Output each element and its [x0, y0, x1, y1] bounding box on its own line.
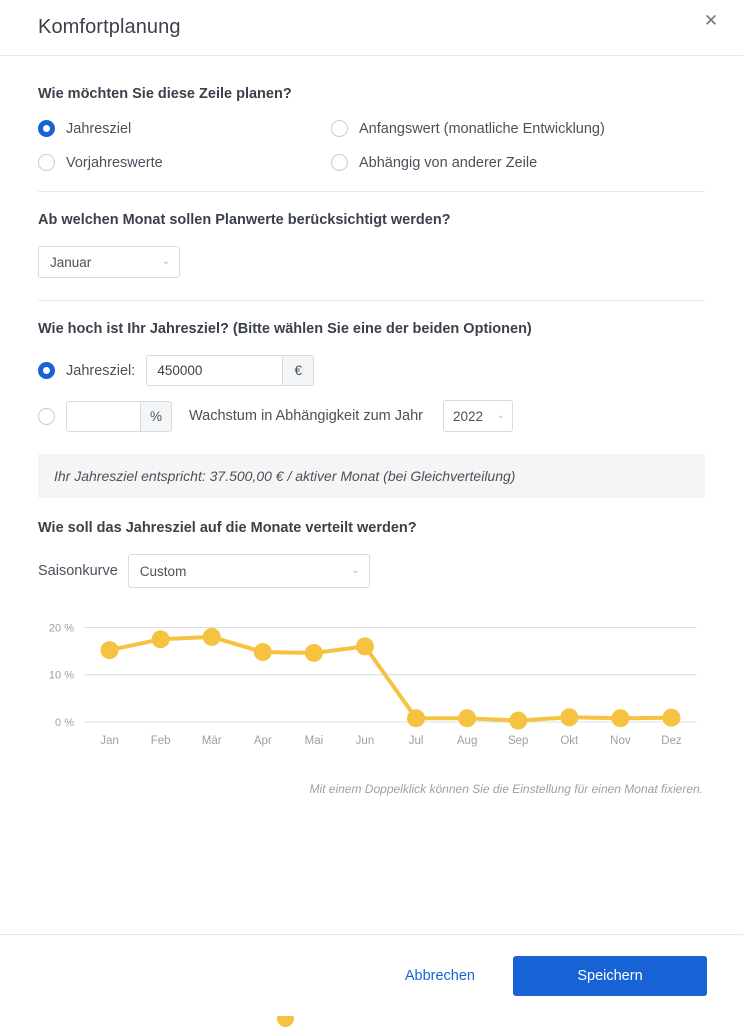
chart-data-point[interactable]	[662, 708, 681, 727]
goal-absolute-input-group: €	[146, 355, 315, 386]
radio-label: Jahresziel	[66, 120, 132, 137]
chart-x-tick-label: Sep	[508, 735, 528, 747]
radio-indicator[interactable]	[331, 154, 348, 171]
start-month-question: Ab welchen Monat sollen Planwerte berück…	[38, 212, 451, 228]
chart-x-tick-label: Nov	[610, 735, 631, 747]
chart-data-point[interactable]	[458, 709, 477, 728]
cancel-button[interactable]: Abbrechen	[395, 960, 485, 992]
planning-mode-section: Wie möchten Sie diese Zeile planen? Jahr…	[38, 86, 705, 171]
chart-x-tick-label: Jun	[356, 735, 375, 747]
chart-y-tick-label: 20 %	[49, 622, 74, 634]
chart-x-tick-label: Dez	[661, 735, 682, 747]
radio-label: Vorjahreswerte	[66, 154, 163, 171]
chart-data-point[interactable]	[202, 627, 221, 646]
goal-section: Wie hoch ist Ihr Jahresziel? (Bitte wähl…	[38, 321, 705, 432]
chart-x-tick-label: Okt	[560, 735, 579, 747]
growth-percent-input[interactable]	[66, 400, 140, 432]
radio-indicator-growth-goal[interactable]	[38, 407, 55, 425]
chevron-down-icon: ⌄	[496, 410, 505, 421]
goal-growth-input-group: %	[66, 400, 172, 432]
radio-label: Abhängig von anderer Zeile	[359, 154, 538, 171]
currency-suffix: €	[282, 355, 315, 386]
goal-absolute-label: Jahresziel:	[66, 362, 136, 379]
chart-x-tick-label: Feb	[151, 735, 171, 747]
page-title: Komfortplanung	[38, 16, 181, 38]
planning-mode-question: Wie möchten Sie diese Zeile planen?	[38, 86, 292, 102]
radio-indicator-absolute-goal[interactable]	[38, 362, 55, 379]
goal-amount-input[interactable]	[146, 355, 283, 386]
chart-x-tick-label: Apr	[254, 735, 272, 747]
divider	[38, 300, 705, 301]
season-curve-select[interactable]: Custom ⌄	[127, 554, 370, 588]
chart-x-tick-label: Jul	[409, 735, 424, 747]
radio-indicator[interactable]	[38, 154, 55, 171]
percent-suffix: %	[140, 400, 172, 432]
modal-footer: Abbrechen Speichern	[0, 934, 743, 1016]
start-month-select[interactable]: Januar ⌄	[38, 246, 180, 278]
chart-data-point[interactable]	[355, 637, 374, 656]
chart-data-point[interactable]	[151, 630, 170, 649]
close-icon[interactable]: ✕	[699, 8, 723, 32]
info-banner: Ihr Jahresziel entspricht: 37.500,00 € /…	[38, 454, 705, 498]
growth-description: Wachstum in Abhängigkeit zum Jahr	[189, 408, 423, 424]
chart-data-point[interactable]	[100, 641, 119, 660]
chart-y-tick-label: 10 %	[49, 670, 74, 682]
chart-x-tick-label: Mai	[305, 735, 324, 747]
save-button[interactable]: Speichern	[513, 955, 707, 996]
planning-mode-radio-group: Jahresziel Anfangswert (monatliche Entwi…	[38, 120, 705, 171]
radio-option-jahresziel[interactable]: Jahresziel	[38, 120, 331, 137]
modal-header: Komfortplanung ✕	[0, 0, 743, 56]
chart-hint-text: Mit einem Doppelklick können Sie die Ein…	[309, 782, 703, 796]
goal-growth-row: % Wachstum in Abhängigkeit zum Jahr 2022…	[38, 400, 705, 432]
chart-data-point[interactable]	[304, 643, 323, 662]
radio-option-vorjahreswerte[interactable]: Vorjahreswerte	[38, 154, 331, 171]
chart-series-line	[107, 634, 674, 723]
season-curve-label: Saisonkurve	[38, 563, 118, 579]
chart-data-point[interactable]	[509, 711, 528, 730]
goal-question: Wie hoch ist Ihr Jahresziel? (Bitte wähl…	[38, 321, 532, 337]
chart-x-tick-label: Mär	[202, 735, 222, 747]
chart-x-tick-label: Aug	[457, 735, 477, 747]
chart-data-point[interactable]	[560, 708, 579, 727]
season-curve-plot[interactable]: 0 % 10 % 20 % Jan Feb Mär Apr Mai Jun Jul Aug Sep Ok…	[38, 606, 705, 756]
growth-year-select[interactable]: 2022 ⌄	[443, 400, 513, 432]
chart-y-tick-label: 0 %	[55, 717, 74, 729]
chevron-down-icon: ⌄	[161, 256, 170, 267]
chart-data-point[interactable]	[253, 643, 272, 662]
start-month-value: Januar	[50, 254, 92, 270]
growth-year-value: 2022	[453, 408, 484, 424]
radio-indicator[interactable]	[331, 120, 348, 137]
divider	[38, 191, 705, 192]
radio-indicator[interactable]	[38, 120, 55, 137]
chart-x-tick-label: Jan	[100, 735, 119, 747]
chart-data-point[interactable]	[611, 709, 630, 728]
radio-label: Anfangswert (monatliche Entwicklung)	[359, 120, 605, 137]
radio-option-abhaengig[interactable]: Abhängig von anderer Zeile	[331, 154, 705, 171]
season-curve-value: Custom	[139, 563, 187, 579]
goal-absolute-row: Jahresziel: €	[38, 355, 705, 386]
season-curve-chart[interactable]: 0 % 10 % 20 % Jan Feb Mär Apr Mai Jun Jul Aug Sep Ok…	[38, 606, 705, 776]
distribution-question: Wie soll das Jahresziel auf die Monate v…	[38, 520, 417, 536]
distribution-section: Wie soll das Jahresziel auf die Monate v…	[38, 520, 705, 588]
modal-body: Wie möchten Sie diese Zeile planen? Jahr…	[0, 56, 743, 796]
radio-option-anfangswert[interactable]: Anfangswert (monatliche Entwicklung)	[331, 120, 705, 137]
season-curve-row: Saisonkurve Custom ⌄	[38, 554, 705, 588]
chevron-down-icon: ⌄	[351, 565, 360, 576]
start-month-section: Ab welchen Monat sollen Planwerte berück…	[38, 212, 705, 278]
chart-data-point[interactable]	[407, 709, 426, 728]
